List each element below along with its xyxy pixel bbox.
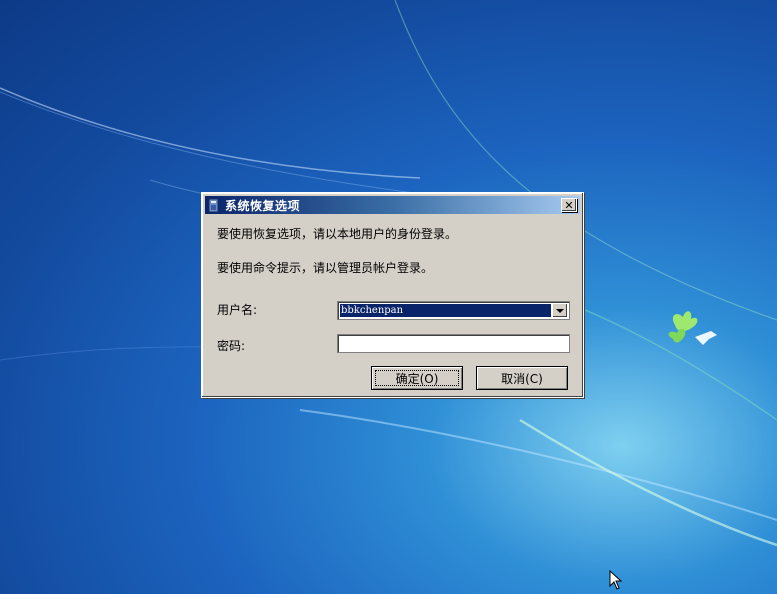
cancel-button[interactable]: 取消(C) [476, 366, 568, 390]
username-select[interactable]: bbkchenpan [337, 301, 570, 320]
password-field[interactable] [337, 334, 570, 353]
system-recovery-icon [208, 198, 219, 212]
windows-bird-logo-icon [668, 311, 717, 345]
username-selected-value: bbkchenpan [340, 304, 551, 317]
chevron-down-icon [556, 308, 564, 313]
password-label: 密码: [217, 339, 246, 353]
close-button[interactable]: ✕ [561, 198, 577, 212]
mouse-cursor-icon [609, 570, 623, 590]
dialog-titlebar[interactable]: 系统恢复选项 ✕ [205, 196, 580, 214]
ok-button[interactable]: 确定(O) [371, 366, 463, 390]
username-dropdown-button[interactable] [552, 303, 568, 318]
close-icon: ✕ [564, 198, 574, 212]
username-label: 用户名: [217, 303, 258, 317]
system-recovery-dialog: 系统恢复选项 ✕ 要使用恢复选项，请以本地用户的身份登录。 要使用命令提示，请以… [201, 192, 584, 398]
recovery-login-message: 要使用恢复选项，请以本地用户的身份登录。 [217, 227, 458, 241]
command-prompt-message: 要使用命令提示，请以管理员帐户登录。 [217, 261, 434, 275]
dialog-title: 系统恢复选项 [225, 198, 301, 213]
